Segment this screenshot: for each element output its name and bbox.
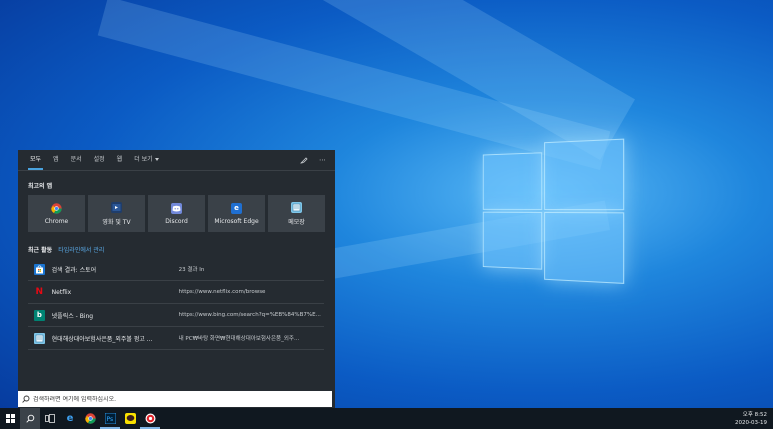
list-item-detail: https://www.bing.com/search?q=%EB%84%B7%… bbox=[179, 312, 324, 318]
list-item[interactable]: b 넷플릭스 - Bing https://www.bing.com/searc… bbox=[28, 304, 324, 327]
tab-all[interactable]: 모두 bbox=[24, 150, 47, 170]
app-label: Discord bbox=[165, 218, 188, 225]
store-icon bbox=[34, 264, 45, 275]
kakaotalk-icon bbox=[125, 413, 136, 424]
app-label: 영화 및 TV bbox=[102, 217, 130, 226]
tab-documents[interactable]: 문서 bbox=[65, 150, 88, 170]
tab-web[interactable]: 웹 bbox=[111, 150, 129, 170]
edge-icon: e bbox=[231, 203, 242, 214]
taskbar-edge[interactable]: e bbox=[60, 408, 80, 429]
list-item-detail: https://www.netflix.com/browse bbox=[179, 289, 324, 295]
search-icon bbox=[26, 414, 35, 423]
bing-icon: b bbox=[34, 310, 45, 321]
taskbar-clock[interactable]: 오후 8:52 2020-03-19 bbox=[735, 408, 767, 429]
app-tile-chrome[interactable]: Chrome bbox=[28, 195, 85, 232]
list-item-title: 넷플릭스 - Bing bbox=[52, 311, 179, 320]
feedback-icon[interactable] bbox=[299, 156, 308, 165]
app-tile-edge[interactable]: e Microsoft Edge bbox=[208, 195, 265, 232]
notepad-icon bbox=[291, 202, 302, 213]
list-item[interactable]: 검색 결과: 스토어 23 결과 In bbox=[28, 258, 324, 281]
more-label: 더 보기 bbox=[134, 156, 152, 163]
recent-activity-header: 최근 활동 타임라인에서 관리 bbox=[28, 245, 104, 254]
photoshop-icon: Ps bbox=[105, 413, 116, 424]
list-item-title: Netflix bbox=[52, 289, 179, 296]
taskbar: e Ps 오후 8:52 2020-03-19 bbox=[0, 408, 773, 429]
windows-logo bbox=[483, 139, 622, 274]
app-tile-discord[interactable]: Discord bbox=[148, 195, 205, 232]
chevron-down-icon bbox=[155, 158, 159, 161]
taskbar-kakaotalk[interactable] bbox=[120, 408, 140, 429]
list-item-detail: 23 결과 In bbox=[179, 265, 324, 273]
more-dropdown[interactable]: 더 보기 bbox=[128, 150, 164, 170]
list-item-detail: 내 PC₩바탕 화면₩현대해상대아보험사은품_외주... bbox=[179, 334, 324, 342]
edge-icon: e bbox=[67, 413, 74, 424]
app-label: Chrome bbox=[45, 218, 69, 225]
chrome-icon bbox=[51, 203, 62, 214]
manage-timeline-link[interactable]: 타임라인에서 관리 bbox=[58, 247, 104, 254]
search-start-panel: 모두 앱 문서 설정 웹 더 보기 ⋯ 최고의 앱 Chrome 영화 및 TV bbox=[18, 150, 335, 408]
app-tile-notepad[interactable]: 메모장 bbox=[268, 195, 325, 232]
clock-date: 2020-03-19 bbox=[735, 419, 767, 427]
app-tile-movies-tv[interactable]: 영화 및 TV bbox=[88, 195, 145, 232]
windows-start-icon bbox=[6, 414, 15, 423]
more-options-icon[interactable]: ⋯ bbox=[318, 156, 327, 165]
taskbar-chrome[interactable] bbox=[80, 408, 100, 429]
search-input[interactable] bbox=[33, 396, 323, 403]
tab-apps[interactable]: 앱 bbox=[47, 150, 65, 170]
taskbar-search-box[interactable] bbox=[18, 391, 332, 407]
task-view-button[interactable] bbox=[40, 408, 60, 429]
app-label: Microsoft Edge bbox=[214, 218, 258, 225]
list-item-title: 현대해상대아보험사은품_외주볼 펑고 ... bbox=[52, 334, 179, 343]
app-label: 메모장 bbox=[288, 217, 305, 226]
svg-text:Ps: Ps bbox=[106, 416, 113, 423]
recent-activity-list: 검색 결과: 스토어 23 결과 In N Netflix https://ww… bbox=[28, 258, 324, 350]
taskbar-recorder[interactable] bbox=[140, 408, 160, 429]
filter-tabs: 모두 앱 문서 설정 웹 더 보기 ⋯ bbox=[18, 150, 335, 171]
movies-tv-icon bbox=[111, 202, 122, 213]
recent-title: 최근 활동 bbox=[28, 247, 52, 254]
start-button[interactable] bbox=[0, 408, 20, 429]
tab-settings[interactable]: 설정 bbox=[88, 150, 111, 170]
task-view-icon bbox=[45, 414, 55, 423]
chrome-icon bbox=[85, 413, 96, 424]
search-icon bbox=[22, 395, 30, 403]
notepad-icon bbox=[34, 333, 45, 344]
netflix-icon: N bbox=[34, 287, 45, 298]
list-item-title: 검색 결과: 스토어 bbox=[52, 265, 179, 274]
top-apps-grid: Chrome 영화 및 TV Discord e Microsoft Edge … bbox=[28, 195, 325, 232]
taskbar-photoshop[interactable]: Ps bbox=[100, 408, 120, 429]
discord-icon bbox=[171, 203, 182, 214]
clock-time: 오후 8:52 bbox=[743, 411, 767, 419]
list-item[interactable]: 현대해상대아보험사은품_외주볼 펑고 ... 내 PC₩바탕 화면₩현대해상대아… bbox=[28, 327, 324, 350]
search-button[interactable] bbox=[20, 408, 40, 429]
list-item[interactable]: N Netflix https://www.netflix.com/browse bbox=[28, 281, 324, 304]
record-icon bbox=[145, 413, 156, 424]
top-apps-title: 최고의 앱 bbox=[28, 181, 52, 190]
